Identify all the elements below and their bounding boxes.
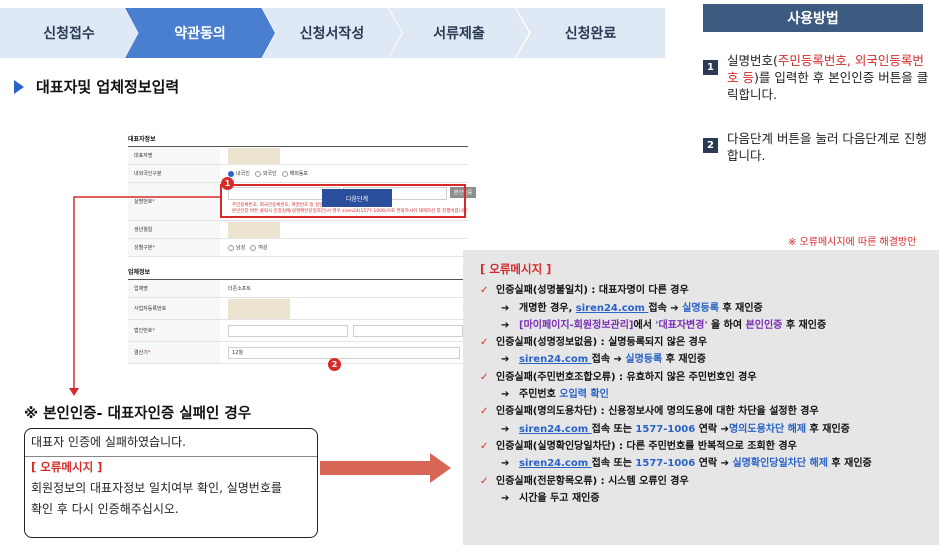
err-item-3: ✓ 인증실패(주민번호조합오류) : 유효하지 않은 주민번호인 경우 [480,369,927,386]
step-documents: 서류제출 [389,8,529,58]
arrow-icon: ➔ [501,354,510,366]
row-bizno: 사업자등록번호 [128,298,468,320]
corpno-field-1[interactable] [228,324,348,337]
radio-foreign[interactable]: 외국인 [254,170,277,177]
err-item-4: ✓ 인증실패(명의도용차단) : 신용정보사에 명의도용에 대한 차단을 설정한 … [480,403,927,420]
err-item-6: ✓ 인증실패(전문항목오류) : 시스템 오류인 경우 [480,473,927,490]
birth-field[interactable] [228,221,280,238]
row-birth: 생년월일 [128,221,468,239]
row-corpno: 법인번호 * [128,320,468,342]
fail-title: ※ 본인인증- 대표자인증 실패인 경우 [24,406,252,422]
arrow-icon: ➔ [501,302,510,314]
usage-num-2: 2 [703,138,718,153]
arrow-right-icon [320,453,451,483]
arrow-icon: ➔ [501,389,510,401]
step-apply: 신청접수 [0,8,138,58]
badge-2: 2 [328,358,341,371]
radio-domestic[interactable]: 내국인 [228,170,250,177]
usage-num-1: 1 [703,60,718,75]
step-form: 신청서작성 [262,8,402,58]
biz-header: 업체정보 [128,267,468,280]
usage-text-1: 실명번호(주민등록번호, 외국인등록번호 등)를 입력한 후 본인인증 버튼을 … [727,53,929,102]
check-icon: ✓ [480,337,489,349]
badge-1: 1 [221,177,234,190]
corpno-field-2[interactable] [353,324,463,337]
err-item-1: ✓ 인증실패(성명불일치) : 대표자명이 다른 경우 [480,282,927,299]
triangle-icon [14,79,24,94]
solution-link: ※ 오류메시지에 따른 해결방안 [788,237,917,248]
radio-female[interactable]: 여성 [250,244,267,251]
radio-overseas[interactable]: 해외동포 [281,170,308,177]
row-nationality: 내외국인구분 내국인 외국인 해외동포 [128,165,468,183]
usage-item-1: 1 실명번호(주민등록번호, 외국인등록번호 등)를 입력한 후 본인인증 버튼… [703,52,935,103]
radio-male[interactable]: 남성 [228,244,245,251]
error-solutions-panel: [ 오류메시지 ] ✓ 인증실패(성명불일치) : 대표자명이 다른 경우 ➔ 개명… [463,250,939,545]
usage-text-2: 다음단계 버튼을 눌러 다음단계로 진행합니다. [727,131,927,163]
section-title: 대표자및 업체정보입력 [14,76,179,97]
msg-line-2: 회원정보의 대표자정보 일치여부 확인, 실명번호를 [31,481,282,495]
progress-steps: 신청접수 약관동의 신청서작성 서류제출 신청완료 [0,8,665,58]
row-closing: 결산기 * 12월 [128,342,468,364]
next-step-button[interactable]: 다음단계 [322,189,392,207]
check-icon: ✓ [480,475,489,487]
check-icon: ✓ [480,440,489,452]
check-icon: ✓ [480,406,489,418]
usage-title: 사용방법 [703,4,923,32]
check-icon: ✓ [480,371,489,383]
usage-item-2: 2 다음단계 버튼을 눌러 다음단계로 진행합니다. [703,130,935,164]
err-item-5: ✓ 인증실패(실명확인당일차단) : 다른 주민번호를 반복적으로 조회한 경우 [480,438,927,455]
err-item-2: ✓ 인증실패(성명정보없음) : 실명등록되지 않은 경우 [480,334,927,351]
arrow-icon: ➔ [501,423,510,435]
arrow-icon: ➔ [501,458,510,470]
closing-select[interactable]: 12월 [228,346,460,359]
err-panel-title: [ 오류메시지 ] [480,262,552,276]
section-title-text: 대표자및 업체정보입력 [36,78,180,96]
arrow-down-icon [69,388,79,396]
msg-line-3: 확인 후 다시 인증해주십시오. [31,502,179,516]
check-icon: ✓ [480,285,489,297]
bizno-field[interactable] [228,298,290,319]
step-complete: 신청완료 [516,8,665,58]
msg-label: [ 오류메시지 ] [31,460,103,474]
arrow-icon: ➔ [501,492,510,504]
step-terms-active: 약관동의 [125,8,275,58]
rep-header: 대표자정보 [128,134,468,147]
msg-line-1: 대표자 인증에 실패하였습니다. [25,429,317,457]
arrow-icon: ➔ [501,319,510,331]
row-gender: 성별구분 * 남성 여성 [128,239,468,257]
row-name: 대표자명 [128,147,468,165]
form-screenshot: 대표자정보 대표자명 내외국인구분 내국인 외국인 해외동포 실명번호 * 생년월… [128,134,468,364]
name-field[interactable] [228,147,280,164]
error-message-box: 대표자 인증에 실패하였습니다. [ 오류메시지 ] 회원정보의 대표자정보 일… [24,428,318,538]
row-company: 업체명 더존소프트 [128,280,468,298]
